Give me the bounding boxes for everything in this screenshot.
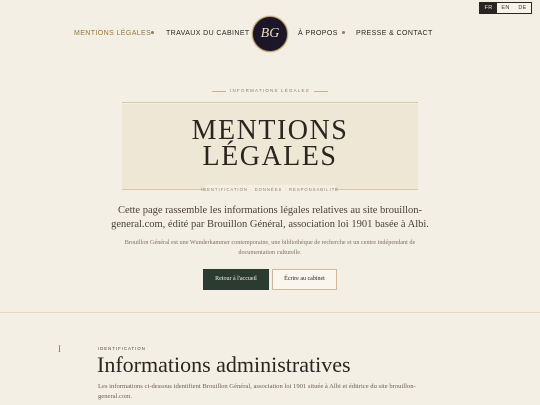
write-cabinet-button[interactable]: Écrire au cabinet: [272, 269, 337, 290]
nav-separator-dot: [151, 31, 154, 34]
nav-travaux[interactable]: TRAVAUX DU CABINET: [166, 30, 250, 37]
language-switcher: FR EN DE: [479, 2, 532, 14]
nav-a-propos[interactable]: À PROPOS: [298, 30, 338, 37]
section-kicker: IDENTIFICATION: [98, 346, 146, 351]
hero-frame-top: [122, 102, 418, 103]
nav-mentions-legales[interactable]: MENTIONS LÉGALES: [74, 30, 151, 37]
nav-presse-contact[interactable]: PRESSE & CONTACT: [356, 30, 433, 37]
section-text: Les informations ci-dessous identifient …: [98, 383, 416, 400]
hero-kicker: INFORMATIONS LÉGALES: [230, 88, 310, 93]
page-title: MENTIONS LÉGALES: [0, 117, 540, 172]
logo[interactable]: BG: [252, 16, 288, 52]
page-title-line2: LÉGALES: [202, 141, 338, 172]
hero-subtitle: IDENTIFICATION · DONNÉES · RESPONSABILIT…: [200, 187, 340, 192]
lang-fr-button[interactable]: FR: [480, 3, 497, 13]
intro-note: Brouillon Général est une Wunderkammer c…: [124, 239, 416, 256]
section-title: Informations administratives: [97, 352, 351, 377]
lang-de-button[interactable]: DE: [514, 3, 531, 13]
section-number: I: [58, 344, 61, 354]
logo-monogram: BG: [260, 26, 280, 41]
back-home-button[interactable]: Retour à l'accueil: [203, 269, 269, 290]
lang-en-button[interactable]: EN: [497, 3, 514, 13]
section-divider: [0, 312, 540, 313]
intro-lead: Cette page rassemble les informations lé…: [111, 205, 429, 230]
main-nav: MENTIONS LÉGALES TRAVAUX DU CABINET BG À…: [0, 14, 540, 58]
nav-separator-dot: [342, 31, 345, 34]
